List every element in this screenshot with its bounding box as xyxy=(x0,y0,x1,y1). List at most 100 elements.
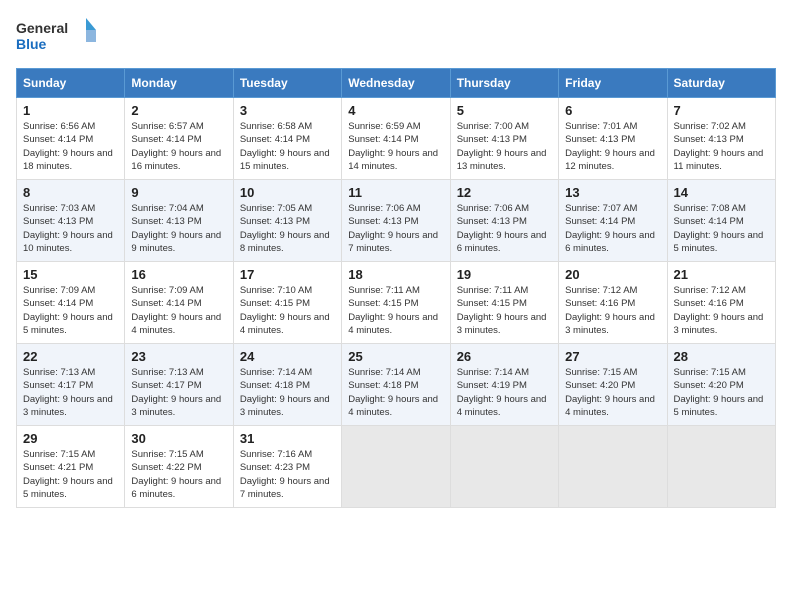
day-info: Sunrise: 7:01 AM Sunset: 4:13 PM Dayligh… xyxy=(565,120,660,173)
day-number: 26 xyxy=(457,349,552,364)
calendar-cell: 4 Sunrise: 6:59 AM Sunset: 4:14 PM Dayli… xyxy=(342,98,450,180)
header: General Blue xyxy=(16,16,776,58)
day-info: Sunrise: 7:15 AM Sunset: 4:21 PM Dayligh… xyxy=(23,448,118,501)
calendar-cell: 18 Sunrise: 7:11 AM Sunset: 4:15 PM Dayl… xyxy=(342,262,450,344)
day-number: 29 xyxy=(23,431,118,446)
header-thursday: Thursday xyxy=(450,69,558,98)
day-number: 4 xyxy=(348,103,443,118)
calendar-cell: 16 Sunrise: 7:09 AM Sunset: 4:14 PM Dayl… xyxy=(125,262,233,344)
day-number: 3 xyxy=(240,103,335,118)
calendar-cell: 27 Sunrise: 7:15 AM Sunset: 4:20 PM Dayl… xyxy=(559,344,667,426)
day-number: 31 xyxy=(240,431,335,446)
header-friday: Friday xyxy=(559,69,667,98)
day-number: 25 xyxy=(348,349,443,364)
svg-text:General: General xyxy=(16,20,68,36)
calendar-cell: 9 Sunrise: 7:04 AM Sunset: 4:13 PM Dayli… xyxy=(125,180,233,262)
calendar-cell: 26 Sunrise: 7:14 AM Sunset: 4:19 PM Dayl… xyxy=(450,344,558,426)
day-info: Sunrise: 7:12 AM Sunset: 4:16 PM Dayligh… xyxy=(565,284,660,337)
day-number: 6 xyxy=(565,103,660,118)
calendar-cell xyxy=(342,426,450,508)
day-info: Sunrise: 7:16 AM Sunset: 4:23 PM Dayligh… xyxy=(240,448,335,501)
logo: General Blue xyxy=(16,16,96,58)
calendar-cell: 5 Sunrise: 7:00 AM Sunset: 4:13 PM Dayli… xyxy=(450,98,558,180)
calendar-cell xyxy=(667,426,775,508)
day-info: Sunrise: 7:13 AM Sunset: 4:17 PM Dayligh… xyxy=(23,366,118,419)
calendar-cell: 14 Sunrise: 7:08 AM Sunset: 4:14 PM Dayl… xyxy=(667,180,775,262)
day-number: 27 xyxy=(565,349,660,364)
day-info: Sunrise: 6:56 AM Sunset: 4:14 PM Dayligh… xyxy=(23,120,118,173)
day-info: Sunrise: 7:10 AM Sunset: 4:15 PM Dayligh… xyxy=(240,284,335,337)
day-info: Sunrise: 7:04 AM Sunset: 4:13 PM Dayligh… xyxy=(131,202,226,255)
calendar-cell: 13 Sunrise: 7:07 AM Sunset: 4:14 PM Dayl… xyxy=(559,180,667,262)
day-number: 12 xyxy=(457,185,552,200)
day-number: 13 xyxy=(565,185,660,200)
day-number: 2 xyxy=(131,103,226,118)
day-number: 5 xyxy=(457,103,552,118)
header-monday: Monday xyxy=(125,69,233,98)
calendar-cell: 12 Sunrise: 7:06 AM Sunset: 4:13 PM Dayl… xyxy=(450,180,558,262)
calendar-header-row: SundayMondayTuesdayWednesdayThursdayFrid… xyxy=(17,69,776,98)
day-number: 16 xyxy=(131,267,226,282)
day-info: Sunrise: 7:03 AM Sunset: 4:13 PM Dayligh… xyxy=(23,202,118,255)
header-sunday: Sunday xyxy=(17,69,125,98)
calendar-cell xyxy=(450,426,558,508)
day-info: Sunrise: 7:15 AM Sunset: 4:20 PM Dayligh… xyxy=(674,366,769,419)
svg-text:Blue: Blue xyxy=(16,36,47,52)
day-info: Sunrise: 7:09 AM Sunset: 4:14 PM Dayligh… xyxy=(23,284,118,337)
calendar-cell: 20 Sunrise: 7:12 AM Sunset: 4:16 PM Dayl… xyxy=(559,262,667,344)
calendar-cell: 17 Sunrise: 7:10 AM Sunset: 4:15 PM Dayl… xyxy=(233,262,341,344)
day-number: 28 xyxy=(674,349,769,364)
day-number: 17 xyxy=(240,267,335,282)
day-info: Sunrise: 7:02 AM Sunset: 4:13 PM Dayligh… xyxy=(674,120,769,173)
day-info: Sunrise: 6:57 AM Sunset: 4:14 PM Dayligh… xyxy=(131,120,226,173)
day-number: 10 xyxy=(240,185,335,200)
day-info: Sunrise: 7:14 AM Sunset: 4:18 PM Dayligh… xyxy=(240,366,335,419)
day-number: 18 xyxy=(348,267,443,282)
calendar-cell: 29 Sunrise: 7:15 AM Sunset: 4:21 PM Dayl… xyxy=(17,426,125,508)
day-info: Sunrise: 6:58 AM Sunset: 4:14 PM Dayligh… xyxy=(240,120,335,173)
day-info: Sunrise: 7:07 AM Sunset: 4:14 PM Dayligh… xyxy=(565,202,660,255)
day-info: Sunrise: 7:11 AM Sunset: 4:15 PM Dayligh… xyxy=(457,284,552,337)
header-wednesday: Wednesday xyxy=(342,69,450,98)
calendar-week-3: 15 Sunrise: 7:09 AM Sunset: 4:14 PM Dayl… xyxy=(17,262,776,344)
day-number: 1 xyxy=(23,103,118,118)
calendar-cell: 10 Sunrise: 7:05 AM Sunset: 4:13 PM Dayl… xyxy=(233,180,341,262)
calendar-cell: 7 Sunrise: 7:02 AM Sunset: 4:13 PM Dayli… xyxy=(667,98,775,180)
day-info: Sunrise: 7:14 AM Sunset: 4:19 PM Dayligh… xyxy=(457,366,552,419)
calendar-cell: 3 Sunrise: 6:58 AM Sunset: 4:14 PM Dayli… xyxy=(233,98,341,180)
calendar-cell: 23 Sunrise: 7:13 AM Sunset: 4:17 PM Dayl… xyxy=(125,344,233,426)
day-info: Sunrise: 7:11 AM Sunset: 4:15 PM Dayligh… xyxy=(348,284,443,337)
calendar-cell: 24 Sunrise: 7:14 AM Sunset: 4:18 PM Dayl… xyxy=(233,344,341,426)
calendar-cell: 8 Sunrise: 7:03 AM Sunset: 4:13 PM Dayli… xyxy=(17,180,125,262)
calendar-table: SundayMondayTuesdayWednesdayThursdayFrid… xyxy=(16,68,776,508)
calendar-cell: 19 Sunrise: 7:11 AM Sunset: 4:15 PM Dayl… xyxy=(450,262,558,344)
day-number: 19 xyxy=(457,267,552,282)
calendar-cell: 28 Sunrise: 7:15 AM Sunset: 4:20 PM Dayl… xyxy=(667,344,775,426)
header-saturday: Saturday xyxy=(667,69,775,98)
day-number: 30 xyxy=(131,431,226,446)
day-number: 11 xyxy=(348,185,443,200)
logo-svg: General Blue xyxy=(16,16,96,58)
calendar-cell xyxy=(559,426,667,508)
header-tuesday: Tuesday xyxy=(233,69,341,98)
day-info: Sunrise: 7:06 AM Sunset: 4:13 PM Dayligh… xyxy=(348,202,443,255)
day-info: Sunrise: 7:15 AM Sunset: 4:22 PM Dayligh… xyxy=(131,448,226,501)
calendar-cell: 30 Sunrise: 7:15 AM Sunset: 4:22 PM Dayl… xyxy=(125,426,233,508)
calendar-cell: 21 Sunrise: 7:12 AM Sunset: 4:16 PM Dayl… xyxy=(667,262,775,344)
day-number: 21 xyxy=(674,267,769,282)
day-number: 24 xyxy=(240,349,335,364)
day-info: Sunrise: 7:06 AM Sunset: 4:13 PM Dayligh… xyxy=(457,202,552,255)
calendar-cell: 2 Sunrise: 6:57 AM Sunset: 4:14 PM Dayli… xyxy=(125,98,233,180)
calendar-cell: 1 Sunrise: 6:56 AM Sunset: 4:14 PM Dayli… xyxy=(17,98,125,180)
day-number: 7 xyxy=(674,103,769,118)
calendar-cell: 6 Sunrise: 7:01 AM Sunset: 4:13 PM Dayli… xyxy=(559,98,667,180)
day-number: 22 xyxy=(23,349,118,364)
day-number: 9 xyxy=(131,185,226,200)
day-info: Sunrise: 7:13 AM Sunset: 4:17 PM Dayligh… xyxy=(131,366,226,419)
calendar-week-4: 22 Sunrise: 7:13 AM Sunset: 4:17 PM Dayl… xyxy=(17,344,776,426)
day-info: Sunrise: 7:14 AM Sunset: 4:18 PM Dayligh… xyxy=(348,366,443,419)
day-info: Sunrise: 7:00 AM Sunset: 4:13 PM Dayligh… xyxy=(457,120,552,173)
day-number: 14 xyxy=(674,185,769,200)
day-number: 23 xyxy=(131,349,226,364)
calendar-cell: 11 Sunrise: 7:06 AM Sunset: 4:13 PM Dayl… xyxy=(342,180,450,262)
